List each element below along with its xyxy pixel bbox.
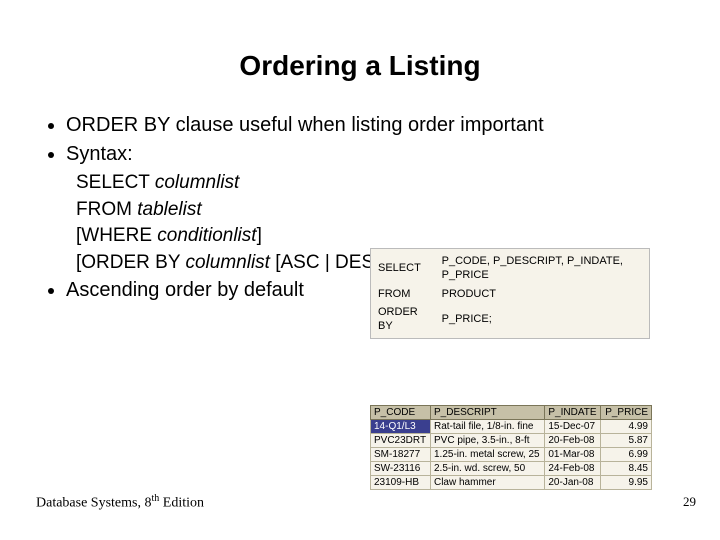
cell: 24-Feb-08 [545,462,601,476]
syntax-line: [WHERE conditionlist] [76,223,684,249]
col-header: P_PRICE [601,406,652,420]
cell: 20-Jan-08 [545,476,601,490]
cell: Claw hammer [430,476,544,490]
cell: 2.5-in. wd. screw, 50 [430,462,544,476]
bullet-item: ORDER BY clause useful when listing orde… [66,112,684,139]
cell: PVC pipe, 3.5-in., 8-ft [430,434,544,448]
table-row: SW-23116 2.5-in. wd. screw, 50 24-Feb-08… [371,462,652,476]
syntax-kw: ] [257,225,262,246]
syntax-line: FROM tablelist [76,197,684,223]
syntax-kw: FROM [76,199,137,220]
cell: 4.99 [601,420,652,434]
cell: 8.45 [601,462,652,476]
result-table-wrap: P_CODE P_DESCRIPT P_INDATE P_PRICE 14-Q1… [370,405,652,490]
syntax-kw: SELECT [76,172,155,193]
sql-example: SELECTP_CODE, P_DESCRIPT, P_INDATE, P_PR… [370,248,650,339]
cell: 23109-HB [371,476,431,490]
syntax-line: SELECT columnlist [76,170,684,196]
cell: Rat-tail file, 1/8-in. fine [430,420,544,434]
cell: 6.99 [601,448,652,462]
cell: 15-Dec-07 [545,420,601,434]
col-header: P_CODE [371,406,431,420]
table-row: SM-18277 1.25-in. metal screw, 25 01-Mar… [371,448,652,462]
sql-kw: ORDER BY [377,304,439,335]
sql-example-table: SELECTP_CODE, P_DESCRIPT, P_INDATE, P_PR… [375,251,645,336]
footer-text: Database Systems, 8 [36,496,151,511]
cell: 14-Q1/L3 [371,420,431,434]
bullet-list: ORDER BY clause useful when listing orde… [36,112,684,168]
col-header: P_INDATE [545,406,601,420]
sql-kw: SELECT [377,253,439,284]
cell: 9.95 [601,476,652,490]
syntax-arg: columnlist [155,172,239,193]
result-table: P_CODE P_DESCRIPT P_INDATE P_PRICE 14-Q1… [370,405,652,490]
syntax-arg: conditionlist [157,225,256,246]
cell: 5.87 [601,434,652,448]
sql-row: SELECTP_CODE, P_DESCRIPT, P_INDATE, P_PR… [377,253,643,284]
cell: PVC23DRT [371,434,431,448]
result-tbody: 14-Q1/L3 Rat-tail file, 1/8-in. fine 15-… [371,420,652,490]
sql-val: P_PRICE; [441,304,643,335]
footer-text: Edition [159,496,204,511]
slide: Ordering a Listing ORDER BY clause usefu… [0,0,720,540]
syntax-arg: tablelist [137,199,201,220]
syntax-kw: [WHERE [76,225,157,246]
cell: 20-Feb-08 [545,434,601,448]
table-row: 23109-HB Claw hammer 20-Jan-08 9.95 [371,476,652,490]
cell: 01-Mar-08 [545,448,601,462]
page-number: 29 [683,494,696,510]
result-thead: P_CODE P_DESCRIPT P_INDATE P_PRICE [371,406,652,420]
syntax-arg: columnlist [185,252,275,273]
syntax-kw: [ORDER BY [76,252,185,273]
sql-kw: FROM [377,286,439,302]
sql-row: FROMPRODUCT [377,286,643,302]
sql-val: P_CODE, P_DESCRIPT, P_INDATE, P_PRICE [441,253,643,284]
cell: SM-18277 [371,448,431,462]
slide-title: Ordering a Listing [36,50,684,82]
sql-val: PRODUCT [441,286,643,302]
cell: 1.25-in. metal screw, 25 [430,448,544,462]
bullet-item: Syntax: [66,141,684,168]
table-row: 14-Q1/L3 Rat-tail file, 1/8-in. fine 15-… [371,420,652,434]
cell: SW-23116 [371,462,431,476]
footer-citation: Database Systems, 8th Edition [36,493,204,512]
col-header: P_DESCRIPT [430,406,544,420]
sql-row: ORDER BYP_PRICE; [377,304,643,335]
table-row: PVC23DRT PVC pipe, 3.5-in., 8-ft 20-Feb-… [371,434,652,448]
